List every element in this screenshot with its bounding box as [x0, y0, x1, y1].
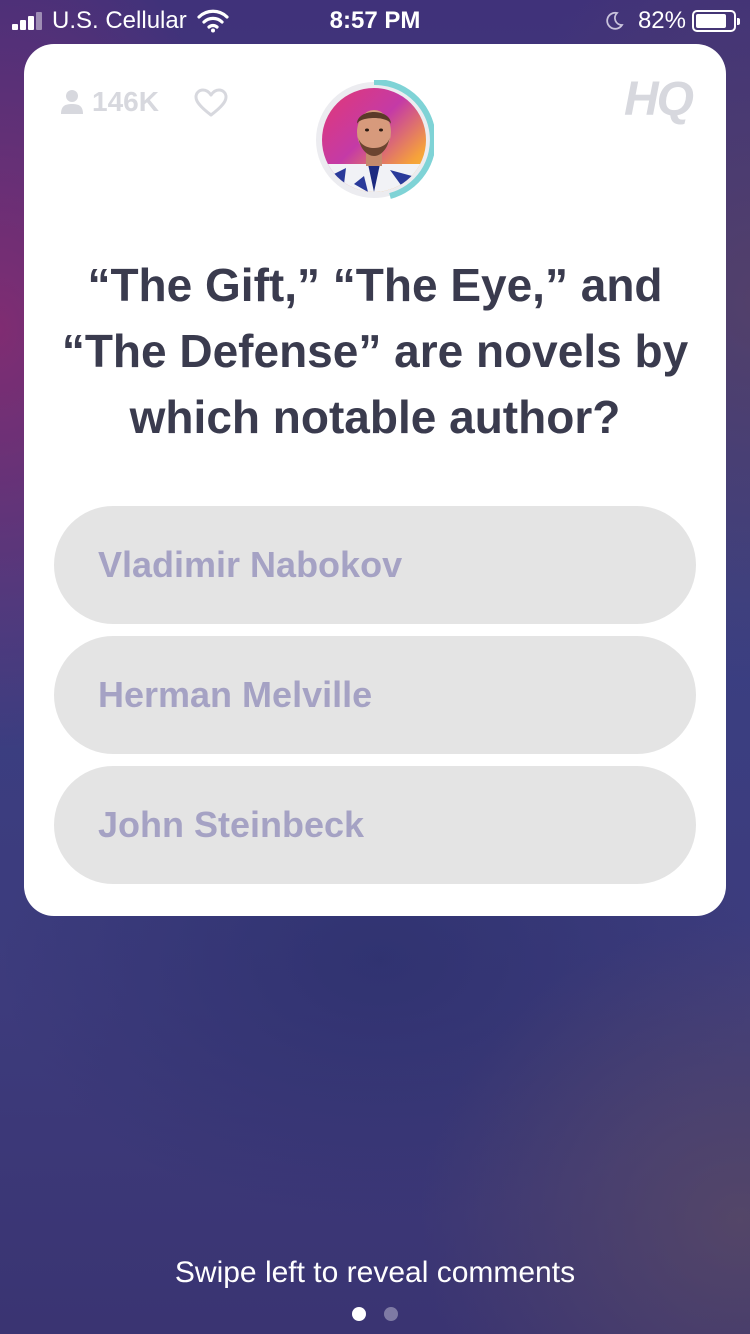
battery-icon — [692, 10, 740, 32]
page-indicator[interactable] — [0, 1307, 750, 1321]
status-bar: U.S. Cellular 8:57 PM 82% — [0, 0, 750, 40]
answer-option-2[interactable]: Herman Melville — [54, 636, 696, 754]
question-card: 146K HQ “The Gift,” “The Eye,” and “The … — [24, 44, 726, 916]
viewer-count: 146K — [60, 86, 159, 118]
swipe-hint: Swipe left to reveal comments — [174, 1256, 576, 1289]
battery-percent: 82% — [637, 7, 686, 34]
answer-option-3[interactable]: John Steinbeck — [54, 766, 696, 884]
battery-fill — [696, 14, 726, 28]
page-dot-1[interactable] — [352, 1307, 366, 1321]
host-avatar — [314, 78, 436, 200]
moon-icon — [604, 11, 624, 31]
person-icon — [60, 89, 84, 115]
hq-logo: HQ — [624, 73, 694, 126]
viewer-count-label: 146K — [92, 86, 159, 117]
status-right: 82% — [604, 7, 740, 35]
answer-option-1[interactable]: Vladimir Nabokov — [54, 506, 696, 624]
heart-icon[interactable] — [194, 88, 228, 118]
question-text: “The Gift,” “The Eye,” and “The Defense”… — [61, 259, 689, 443]
page-dot-2[interactable] — [384, 1307, 398, 1321]
